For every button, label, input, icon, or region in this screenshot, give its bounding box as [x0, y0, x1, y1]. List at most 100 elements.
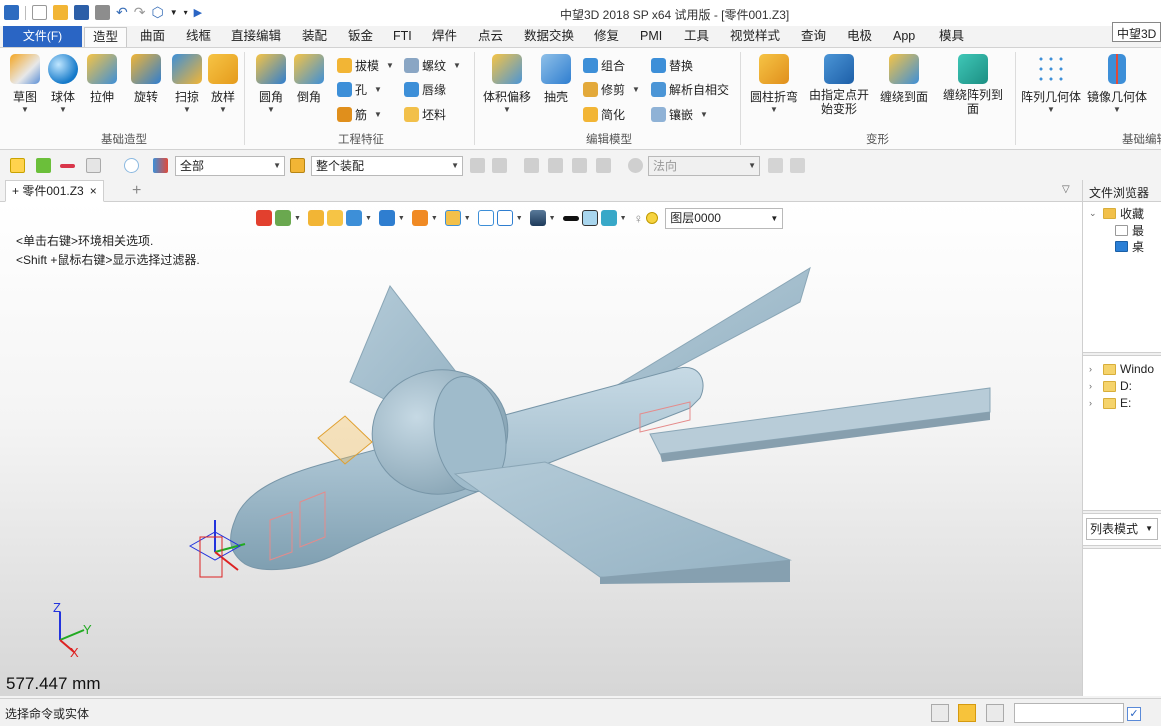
stock-button[interactable]: 坯料: [404, 106, 446, 123]
model-canvas[interactable]: Z Y X: [0, 202, 1082, 696]
draft-button[interactable]: 拔模 ▼: [337, 57, 394, 74]
line-style-icon[interactable]: [562, 215, 579, 221]
tree-item-drive[interactable]: › D:: [1089, 379, 1132, 393]
tab-repair[interactable]: 修复: [594, 26, 619, 47]
tab-data-exchange[interactable]: 数据交换: [524, 26, 574, 47]
zoom-fit-icon[interactable]: [444, 210, 461, 226]
filter-option-icon[interactable]: [470, 158, 485, 173]
select-mode-icon[interactable]: ⬡: [151, 4, 163, 21]
filter-combo[interactable]: 全部 ▼: [175, 156, 285, 176]
render-icon[interactable]: [307, 210, 324, 226]
tree-item-drive[interactable]: › Windo: [1089, 362, 1154, 376]
direction-icon[interactable]: [628, 158, 643, 173]
filter-option-icon[interactable]: [572, 158, 587, 173]
tab-mold[interactable]: 模具: [939, 26, 964, 47]
point-deform-button[interactable]: 由指定点开始变形: [808, 54, 870, 116]
box-select-icon[interactable]: [86, 158, 101, 173]
chamfer-button[interactable]: 倒角: [294, 54, 324, 105]
extrude-button[interactable]: 拉伸: [87, 54, 117, 105]
tree-item-drive[interactable]: › E:: [1089, 396, 1131, 410]
volume-offset-button[interactable]: 体积偏移 ▼: [483, 54, 531, 115]
customize-quick-access-icon[interactable]: ▾: [184, 8, 188, 17]
wrap-to-face-button[interactable]: 缠绕到面: [880, 54, 928, 105]
add-plus-icon[interactable]: [36, 158, 51, 173]
lip-button[interactable]: 唇缘: [404, 81, 446, 98]
open-folder-icon[interactable]: [53, 5, 68, 20]
chevron-right-icon[interactable]: ›: [1089, 398, 1099, 408]
chevron-right-icon[interactable]: ›: [1089, 381, 1099, 391]
display-mode-icon[interactable]: [345, 210, 362, 226]
cylinder-bend-button[interactable]: 圆柱折弯 ▼: [750, 54, 798, 115]
layer-status-icon[interactable]: [646, 212, 659, 224]
panel-splitter[interactable]: [1083, 510, 1161, 514]
new-tab-icon[interactable]: +: [132, 182, 141, 200]
simplify-button[interactable]: 简化: [583, 106, 625, 123]
tab-query[interactable]: 查询: [801, 26, 826, 47]
fillet-button[interactable]: 圆角 ▼: [256, 54, 286, 115]
pick-point-icon[interactable]: [790, 158, 805, 173]
document-tab[interactable]: + 零件001.Z3 ×: [5, 180, 104, 202]
filter-option-icon[interactable]: [524, 158, 539, 173]
shaded-icon[interactable]: [326, 210, 343, 226]
thread-button[interactable]: 螺纹 ▼: [404, 57, 461, 74]
save-icon[interactable]: [74, 5, 89, 20]
command-input[interactable]: [1014, 703, 1124, 723]
chevron-down-icon[interactable]: ▼: [170, 8, 178, 17]
tab-visual-style[interactable]: 视觉样式: [730, 26, 780, 47]
list-view-icon[interactable]: [986, 704, 1004, 722]
close-icon[interactable]: ×: [90, 184, 97, 198]
checkbox-icon[interactable]: ✓: [1127, 707, 1141, 721]
combine-button[interactable]: 组合: [583, 57, 625, 74]
color-swatch-icon[interactable]: [581, 210, 598, 226]
print-icon[interactable]: [95, 5, 110, 20]
material-icon[interactable]: [600, 210, 617, 226]
trim-button[interactable]: 修剪 ▼: [583, 81, 640, 98]
mirror-geometry-button[interactable]: 镜像几何体 ▼: [1087, 54, 1147, 115]
frame-icon[interactable]: [477, 210, 494, 226]
tab-tools[interactable]: 工具: [684, 26, 709, 47]
resolve-self-intersect-button[interactable]: 解析自相交: [651, 81, 729, 98]
tab-assembly[interactable]: 装配: [302, 26, 327, 47]
rib-button[interactable]: 筋 ▼: [337, 106, 382, 123]
tree-item-recent[interactable]: 最: [1115, 222, 1144, 239]
tab-fti[interactable]: FTI: [393, 26, 412, 47]
panel-splitter[interactable]: [1083, 545, 1161, 549]
tree-item-desktop[interactable]: 桌: [1115, 238, 1144, 255]
loft-button[interactable]: 放样 ▼: [208, 54, 238, 115]
panel-splitter[interactable]: [1083, 352, 1161, 356]
filter-option-icon[interactable]: [492, 158, 507, 173]
lower-wing[interactable]: [453, 461, 792, 581]
light-bulb-icon[interactable]: ♀: [634, 211, 644, 226]
background-icon[interactable]: [529, 210, 546, 226]
exit-sketch-icon[interactable]: [256, 210, 272, 226]
layer-combo[interactable]: 图层0000 ▼: [665, 207, 784, 229]
shell-button[interactable]: 抽壳: [541, 54, 571, 105]
tree-item-favorites[interactable]: ⌄ 收藏: [1089, 205, 1144, 222]
emboss-button[interactable]: 镶嵌 ▼: [651, 106, 708, 123]
sketch-button[interactable]: 草图 ▼: [10, 54, 40, 115]
app-logo-icon[interactable]: [4, 5, 19, 20]
wrap-pattern-to-face-button[interactable]: 缠绕阵列到面: [940, 54, 1006, 116]
chevron-down-icon[interactable]: ⌄: [1089, 208, 1099, 219]
assembly-icon[interactable]: [290, 158, 305, 173]
sphere-button[interactable]: 球体 ▼: [48, 54, 78, 115]
new-file-icon[interactable]: [32, 5, 47, 20]
run-icon[interactable]: ▶: [194, 6, 202, 19]
toggle-panel-icon[interactable]: [931, 704, 949, 722]
redo-icon[interactable]: ↷: [134, 4, 146, 21]
tab-wireframe[interactable]: 线框: [186, 26, 211, 47]
tab-sheet-metal[interactable]: 钣金: [348, 26, 373, 47]
tab-weldment[interactable]: 焊件: [432, 26, 457, 47]
pick-point-icon[interactable]: [768, 158, 783, 173]
filter-option-icon[interactable]: [548, 158, 563, 173]
3d-viewport[interactable]: Z Y X ▼ ▼ ▼ ▼ ▼ ▼ ▼ ▼ ♀ 图层0000 ▼ <单击右键>环境…: [0, 202, 1082, 696]
screen-mode-icon[interactable]: [958, 704, 976, 722]
tab-list-icon[interactable]: ▽: [1062, 184, 1070, 195]
view-filter-icon[interactable]: [275, 210, 291, 226]
hole-button[interactable]: 孔 ▼: [337, 81, 382, 98]
revolve-button[interactable]: 旋转: [131, 54, 161, 105]
view-orientation-icon[interactable]: [378, 210, 395, 226]
tab-direct-edit[interactable]: 直接编辑: [231, 26, 281, 47]
list-mode-select[interactable]: 列表模式 ▼: [1086, 518, 1158, 540]
dimension-icon[interactable]: [496, 210, 513, 226]
